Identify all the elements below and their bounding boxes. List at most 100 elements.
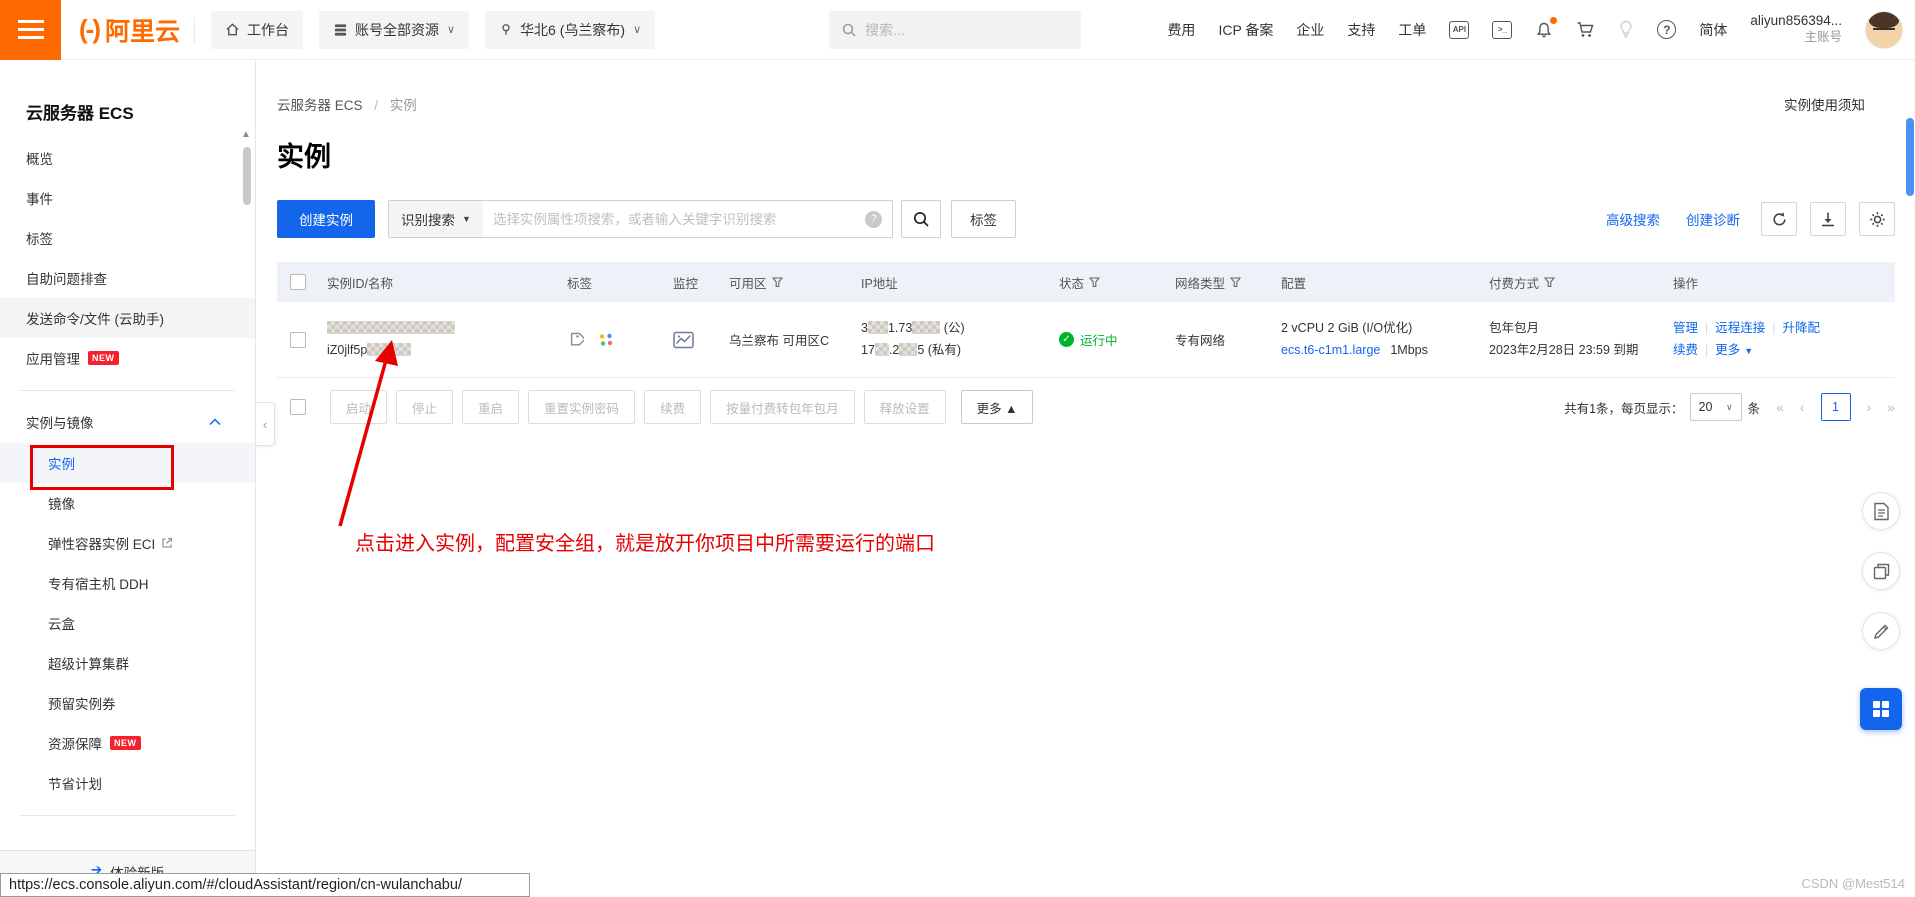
renew-button[interactable]: 续费: [644, 390, 702, 424]
filter-icon[interactable]: [1089, 276, 1101, 288]
api-icon[interactable]: API: [1449, 20, 1470, 39]
row-more-dropdown[interactable]: 更多 ▼: [1715, 343, 1753, 357]
export-button[interactable]: [1810, 202, 1846, 236]
sidebar-scroll-up-icon[interactable]: ▲: [241, 129, 251, 140]
topbar-link-ticket[interactable]: 工单: [1398, 20, 1426, 40]
feedback-button[interactable]: [1862, 612, 1900, 650]
col-header-id[interactable]: 实例ID/名称: [327, 273, 393, 292]
refresh-button[interactable]: [1761, 202, 1797, 236]
col-header-config[interactable]: 配置: [1281, 273, 1306, 292]
filter-icon[interactable]: [1544, 276, 1556, 288]
renew-link[interactable]: 续费: [1673, 343, 1698, 357]
page-title: 实例: [277, 142, 331, 172]
aliyun-logo[interactable]: (-) 阿里云: [79, 12, 180, 48]
page-size-select[interactable]: 20 ∨: [1689, 393, 1742, 421]
column-settings-button[interactable]: [1859, 202, 1895, 236]
start-button[interactable]: 启动: [330, 390, 388, 424]
instance-usage-notice-link[interactable]: 实例使用须知: [1784, 94, 1865, 114]
sidebar-item-app-management[interactable]: 应用管理 NEW: [0, 338, 255, 378]
col-header-ip[interactable]: IP地址: [861, 273, 898, 292]
region-selector[interactable]: 华北6 (乌兰察布) ∨: [485, 10, 656, 49]
sidebar-item-tags[interactable]: 标签: [0, 218, 255, 258]
hamburger-menu-icon[interactable]: [0, 0, 61, 60]
bulb-icon[interactable]: [1618, 20, 1634, 39]
last-page-button[interactable]: »: [1887, 399, 1895, 415]
global-search[interactable]: [829, 10, 1082, 49]
convert-billing-button[interactable]: 按量付费转包年包月: [710, 390, 855, 424]
current-page[interactable]: 1: [1820, 393, 1851, 421]
prev-page-button[interactable]: ‹: [1800, 399, 1805, 415]
breadcrumb-root[interactable]: 云服务器 ECS: [277, 98, 363, 113]
sidebar-item-savings-plan[interactable]: 节省计划: [0, 763, 255, 803]
remote-connect-link[interactable]: 远程连接: [1715, 321, 1765, 335]
col-header-monitor[interactable]: 监控: [673, 273, 698, 292]
bell-icon[interactable]: [1535, 16, 1558, 39]
release-settings-button[interactable]: 释放设置: [863, 390, 946, 424]
account-resources-dropdown[interactable]: 账号全部资源 ∨: [319, 10, 470, 49]
create-diagnosis-link[interactable]: 创建诊断: [1686, 209, 1740, 229]
next-page-button[interactable]: ›: [1867, 399, 1872, 415]
account-menu[interactable]: aliyun856394... 主账号: [1750, 13, 1842, 46]
sidebar-item-cloudbox[interactable]: 云盒: [0, 603, 255, 643]
sidebar-item-overview[interactable]: 概览: [0, 138, 255, 178]
browser-status-bar: https://ecs.console.aliyun.com/#/cloudAs…: [0, 873, 530, 897]
advanced-search-link[interactable]: 高级搜索: [1606, 209, 1660, 229]
instance-search-input[interactable]: [482, 211, 865, 227]
sidebar-item-ddh[interactable]: 专有宿主机 DDH: [0, 563, 255, 603]
sidebar-item-events[interactable]: 事件: [0, 178, 255, 218]
resize-link[interactable]: 升降配: [1783, 321, 1821, 335]
page-scrollbar[interactable]: [1906, 118, 1914, 196]
instance-id[interactable]: iZ0jlf5p: [327, 343, 367, 357]
sidebar-item-eci[interactable]: 弹性容器实例 ECI: [0, 523, 255, 563]
monitor-chart-icon[interactable]: [673, 331, 694, 349]
topbar-link-icp[interactable]: ICP 备案: [1218, 20, 1273, 40]
col-header-network[interactable]: 网络类型: [1175, 273, 1225, 292]
language-switcher[interactable]: 简体: [1699, 20, 1727, 40]
tag-icon[interactable]: [567, 331, 584, 348]
compare-button[interactable]: [1862, 552, 1900, 590]
filter-icon[interactable]: [771, 276, 783, 288]
topbar-link-enterprise[interactable]: 企业: [1296, 20, 1324, 40]
sidebar-item-scc[interactable]: 超级计算集群: [0, 643, 255, 683]
widget-launcher-button[interactable]: [1860, 688, 1902, 730]
instance-id-name-cell[interactable]: iZ0jlf5p: [327, 318, 455, 361]
sidebar-item-resource-assurance[interactable]: 资源保障 NEW: [0, 723, 255, 763]
docs-button[interactable]: [1862, 492, 1900, 530]
sidebar-item-cloud-assistant[interactable]: 发送命令/文件 (云助手): [0, 298, 255, 338]
topbar-link-support[interactable]: 支持: [1347, 20, 1375, 40]
manage-link[interactable]: 管理: [1673, 321, 1698, 335]
global-search-input[interactable]: [865, 21, 1046, 38]
terminal-icon[interactable]: >_: [1492, 20, 1513, 39]
create-instance-button[interactable]: 创建实例: [277, 200, 375, 238]
col-header-status[interactable]: 状态: [1059, 273, 1084, 292]
sidebar-scrollbar[interactable]: [243, 147, 251, 205]
sidebar-item-troubleshoot[interactable]: 自助问题排查: [0, 258, 255, 298]
col-header-zone[interactable]: 可用区: [729, 273, 767, 292]
sidebar-item-reserved-instances[interactable]: 预留实例券: [0, 683, 255, 723]
help-icon[interactable]: ?: [1657, 20, 1677, 39]
tag-filter-button[interactable]: 标签: [951, 200, 1016, 238]
stop-button[interactable]: 停止: [396, 390, 454, 424]
col-header-billing[interactable]: 付费方式: [1489, 273, 1539, 292]
select-all-checkbox[interactable]: [290, 274, 306, 290]
workbench-button[interactable]: 工作台: [211, 10, 303, 49]
topbar-link-billing[interactable]: 费用: [1167, 20, 1195, 40]
first-page-button[interactable]: «: [1776, 399, 1784, 415]
search-button[interactable]: [901, 200, 941, 238]
cart-icon[interactable]: [1576, 21, 1595, 39]
instance-type-link[interactable]: ecs.t6-c1m1.large: [1281, 343, 1380, 357]
sidebar-group-instances-images[interactable]: 实例与镜像: [0, 401, 255, 443]
reset-password-button[interactable]: 重置实例密码: [528, 390, 636, 424]
batch-select-checkbox[interactable]: [290, 399, 306, 415]
row-checkbox[interactable]: [290, 331, 306, 348]
search-help-icon[interactable]: ?: [865, 210, 882, 228]
col-header-tag[interactable]: 标签: [567, 273, 592, 292]
filter-icon[interactable]: [1230, 276, 1242, 288]
avatar[interactable]: [1865, 10, 1903, 49]
tag-colors-icon[interactable]: [598, 332, 614, 348]
table-header: 实例ID/名称 标签 监控 可用区 IP地址 状态 网络类型 配置 付费方式 操…: [277, 262, 1895, 302]
sidebar-collapse-handle[interactable]: ‹: [256, 402, 275, 446]
batch-more-dropdown[interactable]: 更多 ▲: [960, 390, 1034, 424]
reboot-button[interactable]: 重启: [462, 390, 520, 424]
search-mode-dropdown[interactable]: 识别搜索 ▼: [389, 201, 483, 237]
